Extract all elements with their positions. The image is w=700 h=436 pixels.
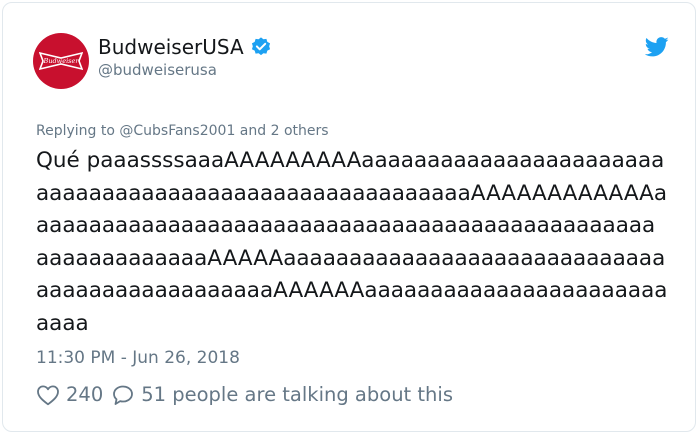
like-count: 240 xyxy=(66,383,104,406)
talking-about-text[interactable]: 51 people are talking about this xyxy=(141,383,453,406)
tweet-timestamp[interactable]: 11:30 PM - Jun 26, 2018 xyxy=(36,348,240,368)
heart-icon[interactable] xyxy=(36,384,60,406)
tweet-card: Budweiser BudweiserUSA @budweiserusa Rep… xyxy=(2,2,696,432)
budweiser-bowtie-logo-icon: Budweiser xyxy=(39,51,83,71)
verified-badge-icon xyxy=(250,36,272,58)
user-handle[interactable]: @budweiserusa xyxy=(98,61,217,79)
tweet-actions: 240 51 people are talking about this xyxy=(36,383,461,406)
display-name[interactable]: BudweiserUSA xyxy=(98,35,272,59)
svg-text:Budweiser: Budweiser xyxy=(43,57,80,65)
display-name-text[interactable]: BudweiserUSA xyxy=(98,35,244,59)
reply-context: Replying to @CubsFans2001 and 2 others xyxy=(36,123,329,139)
speech-bubble-icon[interactable] xyxy=(111,384,135,406)
avatar[interactable]: Budweiser xyxy=(33,33,89,89)
tweet-text: Qué paaassssaaaAAAAAAAAAaaaaaaaaaaaaaaaa… xyxy=(36,148,668,336)
twitter-bird-icon[interactable] xyxy=(644,37,669,61)
